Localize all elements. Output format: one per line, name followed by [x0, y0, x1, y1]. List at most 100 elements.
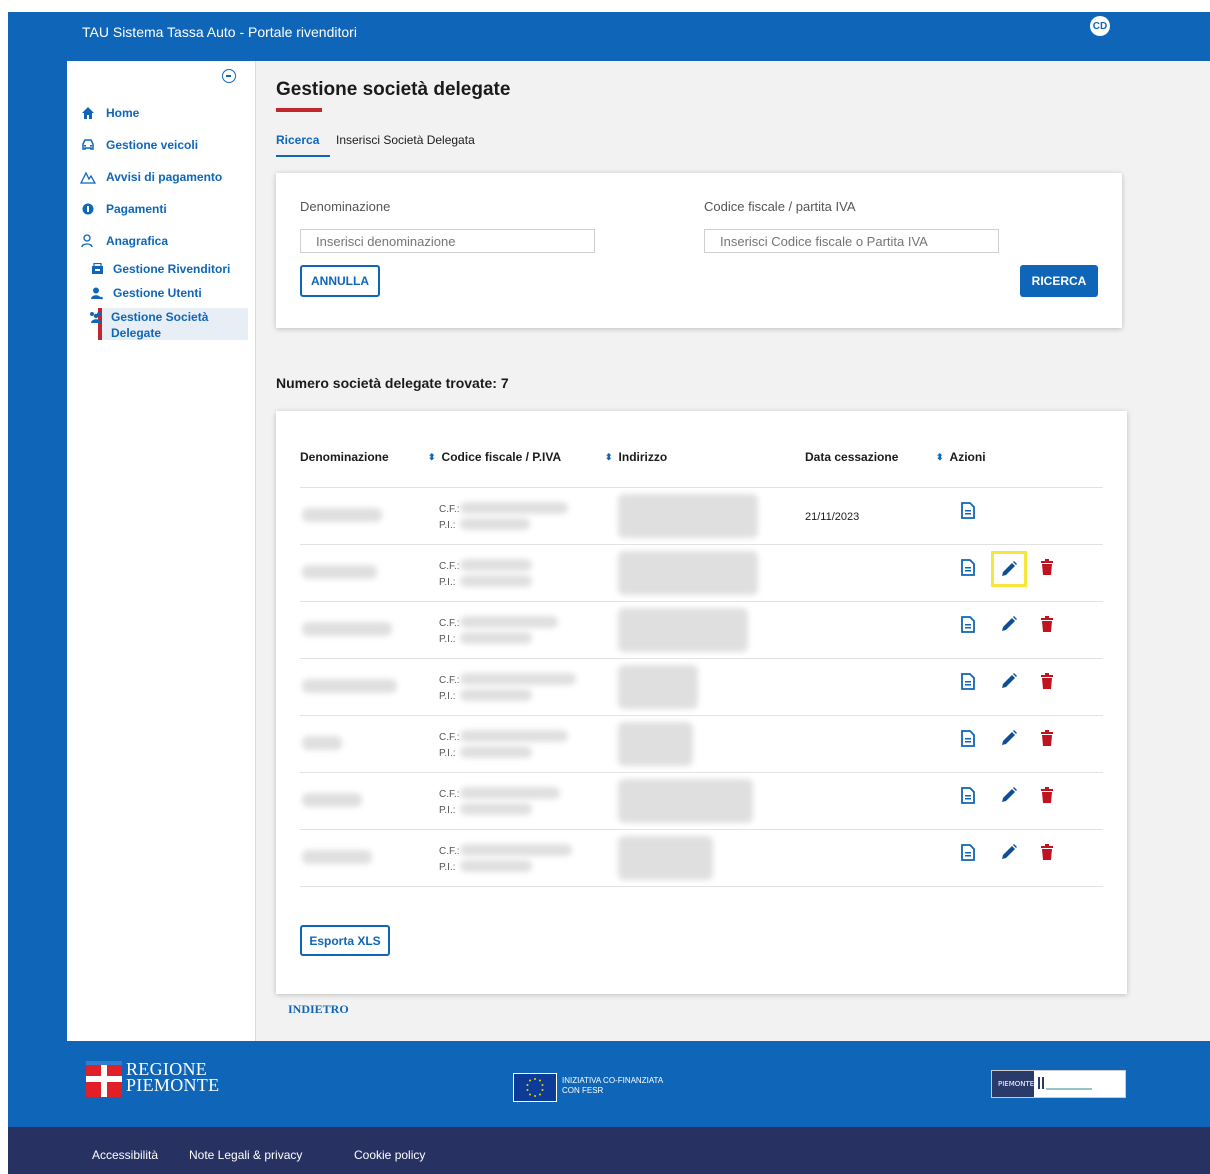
footer-link-accessibilita[interactable]: Accessibilità	[92, 1148, 158, 1162]
column-header-denominazione[interactable]: Denominazione	[300, 450, 389, 464]
delete-trash-icon[interactable]	[1037, 785, 1057, 805]
column-header-label: Indirizzo	[618, 450, 668, 464]
home-icon	[80, 105, 96, 121]
blurred-cf	[460, 844, 572, 856]
delete-trash-icon[interactable]	[1037, 671, 1057, 691]
tab-inserisci-societa-delegata[interactable]: Inserisci Società Delegata	[336, 133, 475, 147]
eu-flag-icon	[513, 1073, 557, 1102]
annulla-button[interactable]: ANNULLA	[300, 265, 380, 297]
view-detail-icon[interactable]	[958, 785, 978, 805]
delete-trash-icon[interactable]	[1037, 557, 1057, 577]
tab-ricerca[interactable]: Ricerca	[276, 133, 330, 157]
esporta-xls-button[interactable]: Esporta XLS	[300, 925, 390, 956]
denominazione-label: Denominazione	[300, 199, 391, 214]
result-count: Numero società delegate trovate: 7	[276, 375, 509, 391]
table-bottom-divider	[300, 886, 1103, 887]
table-row: C.F.: P.I.: 21/11/2023	[300, 487, 1103, 544]
footer-link-cookie-policy[interactable]: Cookie policy	[354, 1148, 425, 1162]
results-table-card: Denominazione ⬍ Codice fiscale / P.IVA ⬍ I…	[276, 411, 1127, 994]
sidebar-subitem-gestione-utenti[interactable]: Gestione Utenti	[89, 285, 202, 301]
column-header-indirizzo[interactable]: ⬍ Indirizzo	[605, 450, 667, 464]
blurred-indirizzo	[618, 779, 753, 823]
blurred-cf	[460, 730, 568, 742]
view-detail-icon[interactable]	[958, 614, 978, 634]
piemonte-partner-logo[interactable]: PIEMONTE	[991, 1070, 1126, 1098]
blurred-denominazione	[302, 622, 392, 636]
pi-label: P.I.:	[439, 862, 456, 873]
blurred-pi	[460, 632, 532, 644]
column-header-label: Codice fiscale / P.IVA	[441, 450, 562, 464]
view-detail-icon[interactable]	[958, 671, 978, 691]
app-title[interactable]: TAU Sistema Tassa Auto - Portale rivendi…	[82, 24, 357, 40]
table-row: C.F.: P.I.:	[300, 544, 1103, 601]
view-detail-icon[interactable]	[958, 500, 978, 520]
sidebar: Home Gestione veicoli Avvisi di pagament…	[67, 61, 256, 1041]
indietro-link[interactable]: INDIETRO	[288, 1002, 349, 1017]
collapse-sidebar-icon[interactable]	[222, 69, 236, 83]
blurred-indirizzo	[618, 836, 713, 880]
sidebar-subitem-gestione-societa-delegate[interactable]: Gestione Società Delegate	[89, 309, 217, 341]
pi-label: P.I.:	[439, 691, 456, 702]
delete-trash-icon[interactable]	[1037, 728, 1057, 748]
eu-cofinanziata-text: INIZIATIVA CO-FINANZIATA CON FESR	[562, 1076, 663, 1096]
view-detail-icon[interactable]	[958, 842, 978, 862]
warning-triangle-icon	[80, 169, 96, 185]
partner-logo-text: PIEMONTE	[998, 1080, 1034, 1088]
blurred-cf	[460, 673, 576, 685]
column-header-data-cessazione[interactable]: Data cessazione	[805, 450, 898, 464]
blurred-cf	[460, 559, 532, 571]
sidebar-item-label: Anagrafica	[106, 234, 169, 248]
sidebar-item-anagrafica[interactable]: Anagrafica	[80, 233, 168, 249]
store-icon	[89, 261, 105, 277]
denominazione-input[interactable]	[300, 229, 595, 253]
sidebar-item-label: Pagamenti	[106, 202, 167, 216]
column-header-codice-fiscale[interactable]: ⬍ Codice fiscale / P.IVA	[428, 450, 561, 464]
blurred-indirizzo	[618, 551, 758, 595]
regione-text-line2: PIEMONTE	[126, 1075, 220, 1095]
sort-icon[interactable]: ⬍	[936, 452, 944, 463]
blurred-denominazione	[302, 565, 377, 579]
blurred-pi	[460, 803, 532, 815]
table-row: C.F.: P.I.:	[300, 829, 1103, 886]
delete-trash-icon[interactable]	[1037, 842, 1057, 862]
edit-pencil-icon[interactable]	[999, 842, 1019, 862]
edit-pencil-icon[interactable]	[999, 728, 1019, 748]
sort-icon[interactable]: ⬍	[428, 452, 436, 463]
cf-label: C.F.:	[439, 618, 460, 629]
pi-label: P.I.:	[439, 748, 456, 759]
view-detail-icon[interactable]	[958, 557, 978, 577]
view-detail-icon[interactable]	[958, 728, 978, 748]
user-avatar[interactable]: CD	[1090, 16, 1110, 36]
sidebar-item-home[interactable]: Home	[80, 105, 139, 121]
sidebar-item-avvisi-di-pagamento[interactable]: Avvisi di pagamento	[80, 169, 222, 185]
data-cessazione: 21/11/2023	[805, 511, 860, 523]
blurred-indirizzo	[618, 494, 758, 538]
cf-label: C.F.:	[439, 504, 460, 515]
sort-icon[interactable]: ⬍	[605, 452, 613, 463]
blurred-pi	[460, 860, 532, 872]
codice-fiscale-label: Codice fiscale / partita IVA	[704, 199, 856, 214]
eu-text-line1: INIZIATIVA CO-FINANZIATA	[562, 1076, 664, 1085]
edit-pencil-icon[interactable]	[991, 551, 1027, 587]
footer-link-note-legali[interactable]: Note Legali & privacy	[189, 1148, 302, 1162]
sidebar-item-gestione-veicoli[interactable]: Gestione veicoli	[80, 137, 198, 153]
coin-icon	[80, 201, 96, 217]
edit-pencil-icon[interactable]	[999, 785, 1019, 805]
edit-pencil-icon[interactable]	[999, 671, 1019, 691]
cf-label: C.F.:	[439, 675, 460, 686]
eu-text-line2: CON FESR	[562, 1086, 604, 1095]
sidebar-subitem-gestione-rivenditori[interactable]: Gestione Rivenditori	[89, 261, 230, 277]
sidebar-item-pagamenti[interactable]: Pagamenti	[80, 201, 167, 217]
pi-label: P.I.:	[439, 577, 456, 588]
codice-fiscale-input[interactable]	[704, 229, 999, 253]
cf-label: C.F.:	[439, 732, 460, 743]
blurred-pi	[460, 746, 532, 758]
blurred-pi	[460, 518, 530, 530]
regione-piemonte-logo[interactable]: REGIONE PIEMONTE	[86, 1060, 220, 1097]
cf-label: C.F.:	[439, 846, 460, 857]
delete-trash-icon[interactable]	[1037, 614, 1057, 634]
blurred-cf	[460, 502, 568, 514]
ricerca-button[interactable]: RICERCA	[1020, 265, 1098, 297]
group-icon	[89, 309, 103, 325]
edit-pencil-icon[interactable]	[999, 614, 1019, 634]
